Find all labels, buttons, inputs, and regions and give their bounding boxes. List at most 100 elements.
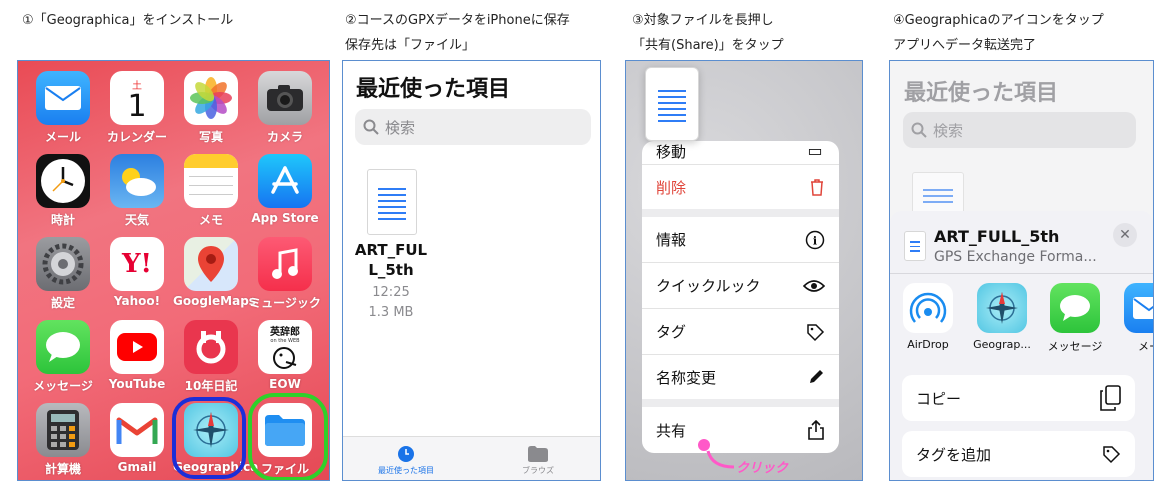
calendar-icon: 土 1 [110, 71, 164, 125]
app-messages[interactable]: メッセージ [25, 320, 101, 394]
menu-item-info[interactable]: 情報 i [642, 217, 839, 263]
message-bubble-icon [36, 320, 90, 374]
menu-item-label: 共有 [656, 421, 687, 440]
app-label: 時計 [50, 213, 75, 227]
context-menu-panel: 移動 ▭ 削除 情報 i クイックルック タグ 名称変更 共有 クリック [625, 60, 863, 481]
app-calendar[interactable]: 土 1 カレンダー [99, 71, 175, 145]
files-recent-panel: 最近使った項目 検索 ART_FUL L_5th 12:25 1.3 MB 最近… [342, 60, 601, 481]
menu-item-share[interactable]: 共有 [642, 407, 839, 453]
share-sheet-panel: 最近使った項目 検索 ART_FULL_5th GPS Exchange For… [889, 60, 1154, 481]
menu-item-label: 情報 [656, 231, 687, 249]
home-screen-panel: メール 土 1 カレンダー 写真 カメラ 時計 天気 メモ App Store … [17, 60, 330, 481]
tab-browse[interactable]: ブラウズ [493, 445, 583, 476]
tag-icon [1103, 446, 1121, 464]
eye-icon [803, 279, 825, 292]
app-photos[interactable]: 写真 [173, 71, 249, 145]
file-name-line2: L_5th [368, 261, 414, 279]
mail-icon [1124, 283, 1153, 333]
share-app-label: メー [1138, 340, 1153, 353]
eow-logo-text: 英辞郎 [270, 327, 300, 338]
tab-label: 最近使った項目 [378, 466, 434, 475]
search-placeholder: 検索 [385, 118, 416, 137]
caption-step2-line2: 保存先は「ファイル」 [345, 38, 476, 53]
geographica-compass-icon [977, 283, 1027, 333]
caption-step3-line1: ③対象ファイルを長押し [632, 13, 774, 28]
airdrop-icon [903, 283, 953, 333]
caption-step4-line2: アプリへデータ転送完了 [893, 38, 1037, 53]
app-google-maps[interactable]: GoogleMaps [173, 237, 256, 308]
app-camera[interactable]: カメラ [247, 71, 323, 145]
app-yahoo[interactable]: Y! Yahoo! [99, 237, 175, 308]
app-label: メッセージ [33, 379, 93, 393]
menu-item-delete[interactable]: 削除 [642, 165, 839, 217]
app-clock[interactable]: 時計 [25, 154, 101, 228]
menu-item-quicklook[interactable]: クイックルック [642, 263, 839, 309]
app-label: カレンダー [106, 130, 167, 144]
caption-step1: ①「Geographica」をインストール [22, 13, 234, 28]
share-icon [808, 420, 824, 440]
app-gmail[interactable]: Gmail [99, 403, 175, 474]
app-weather[interactable]: 天気 [99, 154, 175, 228]
search-input[interactable]: 検索 [355, 109, 591, 145]
app-eow[interactable]: 英辞郎 on the WEB EOW [247, 320, 323, 391]
page-title: 最近使った項目 [356, 77, 511, 102]
share-app-messages[interactable]: メッセージ [1042, 283, 1108, 354]
app-label: EOW [269, 377, 301, 391]
action-add-tag[interactable]: タグを追加 [902, 431, 1135, 477]
menu-item-tags[interactable]: タグ [642, 309, 839, 355]
app-music[interactable]: ミュージック [247, 237, 323, 311]
app-youtube[interactable]: YouTube [99, 320, 175, 391]
file-size: 1.3 MB [368, 305, 414, 320]
google-maps-pin-icon [184, 237, 238, 291]
app-label: 天気 [124, 213, 149, 227]
search-placeholder: 検索 [933, 121, 964, 140]
share-app-airdrop[interactable]: AirDrop [895, 283, 961, 351]
app-mail[interactable]: メール [25, 71, 101, 145]
tab-bar: 最近使った項目 ブラウズ [343, 436, 600, 480]
app-store-icon [258, 154, 312, 208]
tab-recent[interactable]: 最近使った項目 [361, 445, 451, 476]
tab-label: ブラウズ [522, 466, 554, 475]
close-button[interactable]: ✕ [1113, 223, 1137, 247]
app-label: メモ [198, 213, 223, 227]
menu-item-label: 削除 [656, 178, 687, 197]
menu-item-label: 移動 [656, 143, 687, 161]
file-time: 12:25 [372, 285, 410, 300]
menu-item-rename[interactable]: 名称変更 [642, 355, 839, 407]
caption-step3-line2: 「共有(Share)」をタップ [632, 38, 784, 53]
app-label: ミュージック [249, 296, 321, 310]
share-app-label: AirDrop [907, 338, 949, 351]
clock-icon [398, 446, 414, 462]
app-10year-diary[interactable]: 10年日記 [173, 320, 249, 394]
app-label: YouTube [108, 377, 166, 391]
tag-icon [807, 323, 825, 341]
menu-item-move[interactable]: 移動 ▭ [642, 141, 839, 165]
action-label: コピー [916, 389, 962, 408]
menu-item-label: タグ [656, 323, 687, 341]
share-sheet: ART_FULL_5th GPS Exchange Forma... ✕ Air… [890, 211, 1153, 480]
app-settings[interactable]: 設定 [25, 237, 101, 311]
share-file-name: ART_FULL_5th [934, 227, 1060, 246]
gmail-icon [110, 403, 164, 457]
action-copy[interactable]: コピー [902, 375, 1135, 421]
divider [890, 273, 1153, 274]
app-label: 設定 [50, 296, 75, 310]
app-label: カメラ [266, 130, 303, 144]
message-bubble-icon [1050, 283, 1100, 333]
trash-icon [811, 179, 823, 196]
app-label: Yahoo! [113, 294, 161, 308]
search-input: 検索 [903, 112, 1136, 148]
share-app-mail[interactable]: メー [1116, 283, 1153, 354]
page-title: 最近使った項目 [904, 81, 1059, 106]
app-notes[interactable]: メモ [173, 154, 249, 228]
youtube-play-icon [110, 320, 164, 374]
click-note: クリック [736, 461, 789, 476]
app-calculator[interactable]: 計算機 [25, 403, 101, 477]
file-name-line1: ART_FUL [354, 241, 428, 259]
share-app-geographica[interactable]: Geograp... [969, 283, 1035, 351]
info-icon: i [805, 230, 825, 249]
app-label: メール [44, 130, 81, 144]
folder-icon: ▭ [807, 141, 823, 160]
calendar-date: 1 [127, 88, 147, 124]
app-app-store[interactable]: App Store [247, 154, 323, 225]
